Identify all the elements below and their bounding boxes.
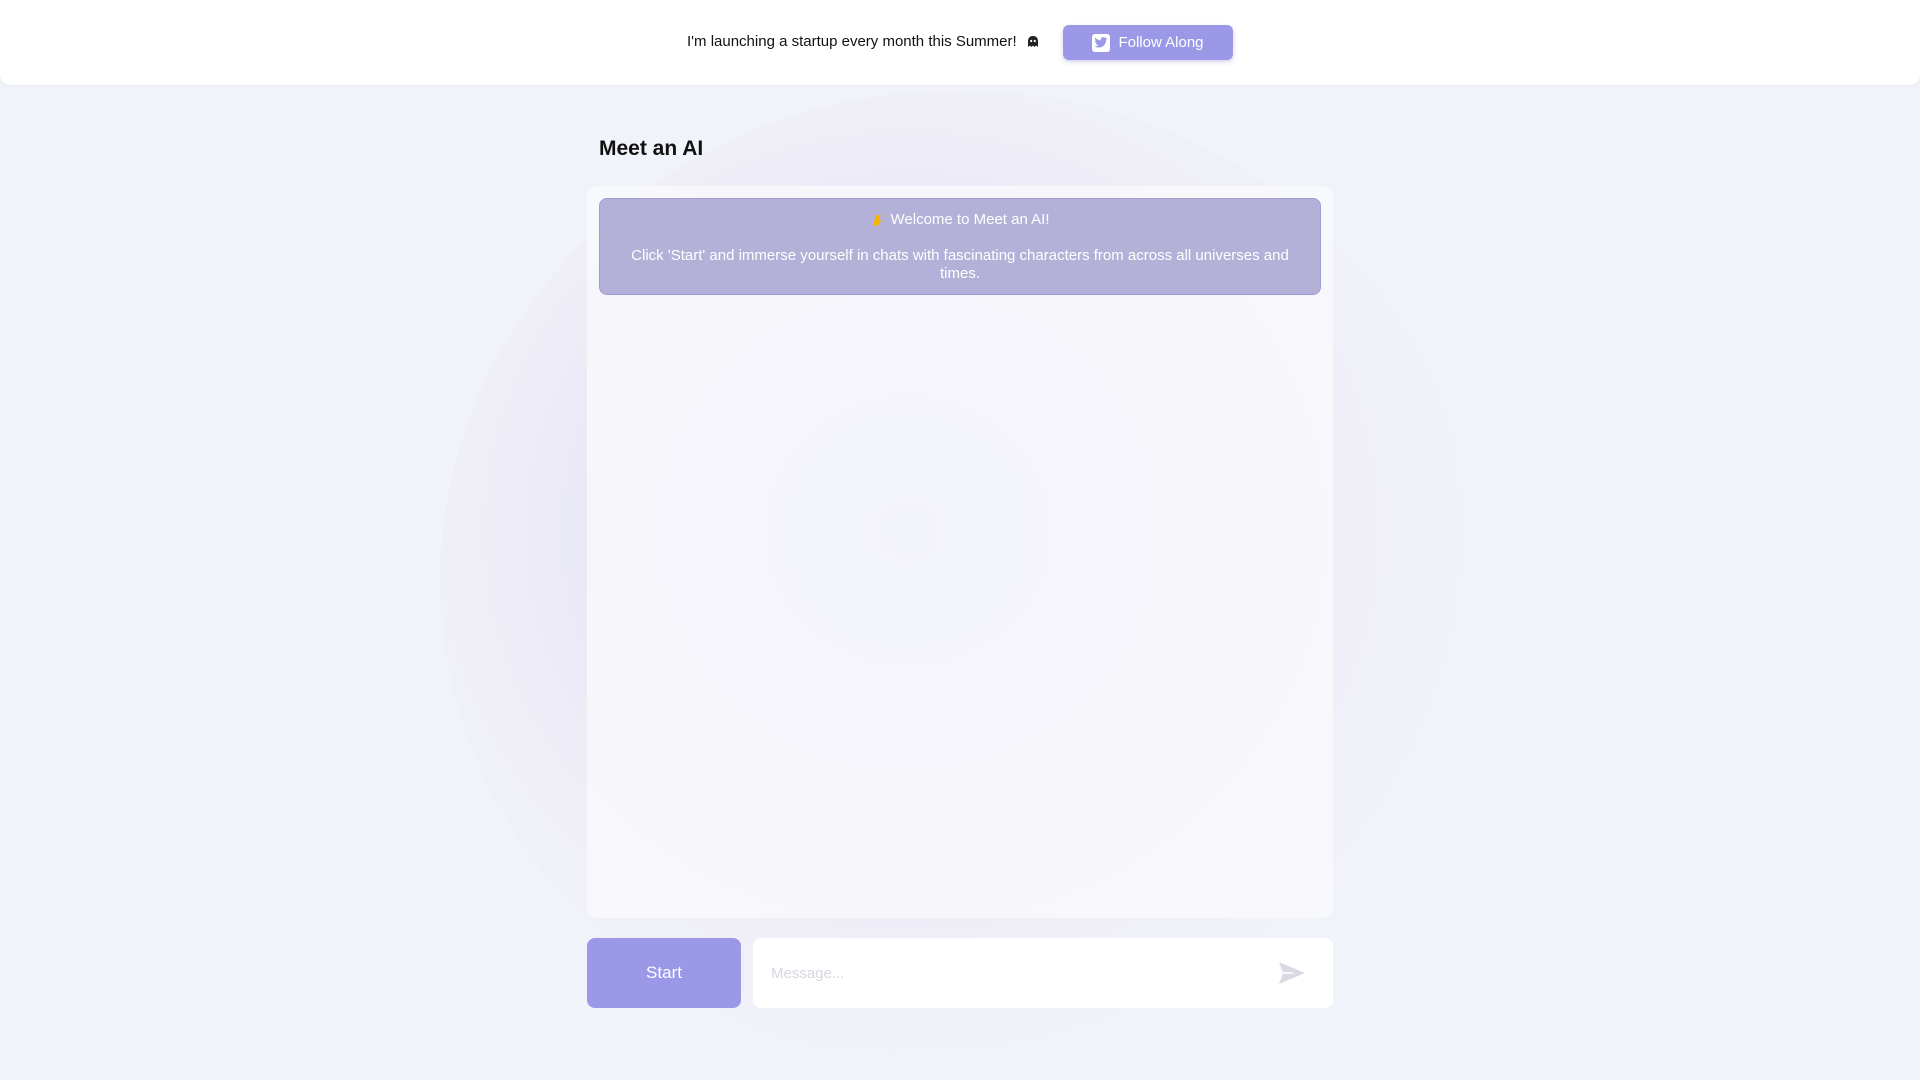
send-button[interactable] xyxy=(1277,960,1307,986)
follow-along-button[interactable]: Follow Along xyxy=(1063,25,1233,60)
waving-hand-icon xyxy=(871,212,887,228)
welcome-message: Welcome to Meet an AI! Click 'Start' and… xyxy=(599,198,1321,295)
chat-panel: Welcome to Meet an AI! Click 'Start' and… xyxy=(587,186,1333,918)
announcement: I'm launching a startup every month this… xyxy=(687,33,1041,50)
announcement-text: I'm launching a startup every month this… xyxy=(687,33,1017,50)
top-banner: I'm launching a startup every month this… xyxy=(0,0,1920,85)
send-icon xyxy=(1279,962,1305,984)
welcome-body: Click 'Start' and immerse yourself in ch… xyxy=(631,247,1289,282)
welcome-title-row: Welcome to Meet an AI! xyxy=(600,211,1320,228)
start-button[interactable]: Start xyxy=(587,938,741,1008)
welcome-title: Welcome to Meet an AI! xyxy=(890,211,1050,228)
follow-along-label: Follow Along xyxy=(1118,34,1204,51)
message-composer xyxy=(753,938,1333,1008)
twitter-icon xyxy=(1092,33,1111,52)
ghost-icon xyxy=(1025,34,1041,50)
page-title: Meet an AI xyxy=(599,137,704,160)
message-input[interactable] xyxy=(771,960,1251,986)
